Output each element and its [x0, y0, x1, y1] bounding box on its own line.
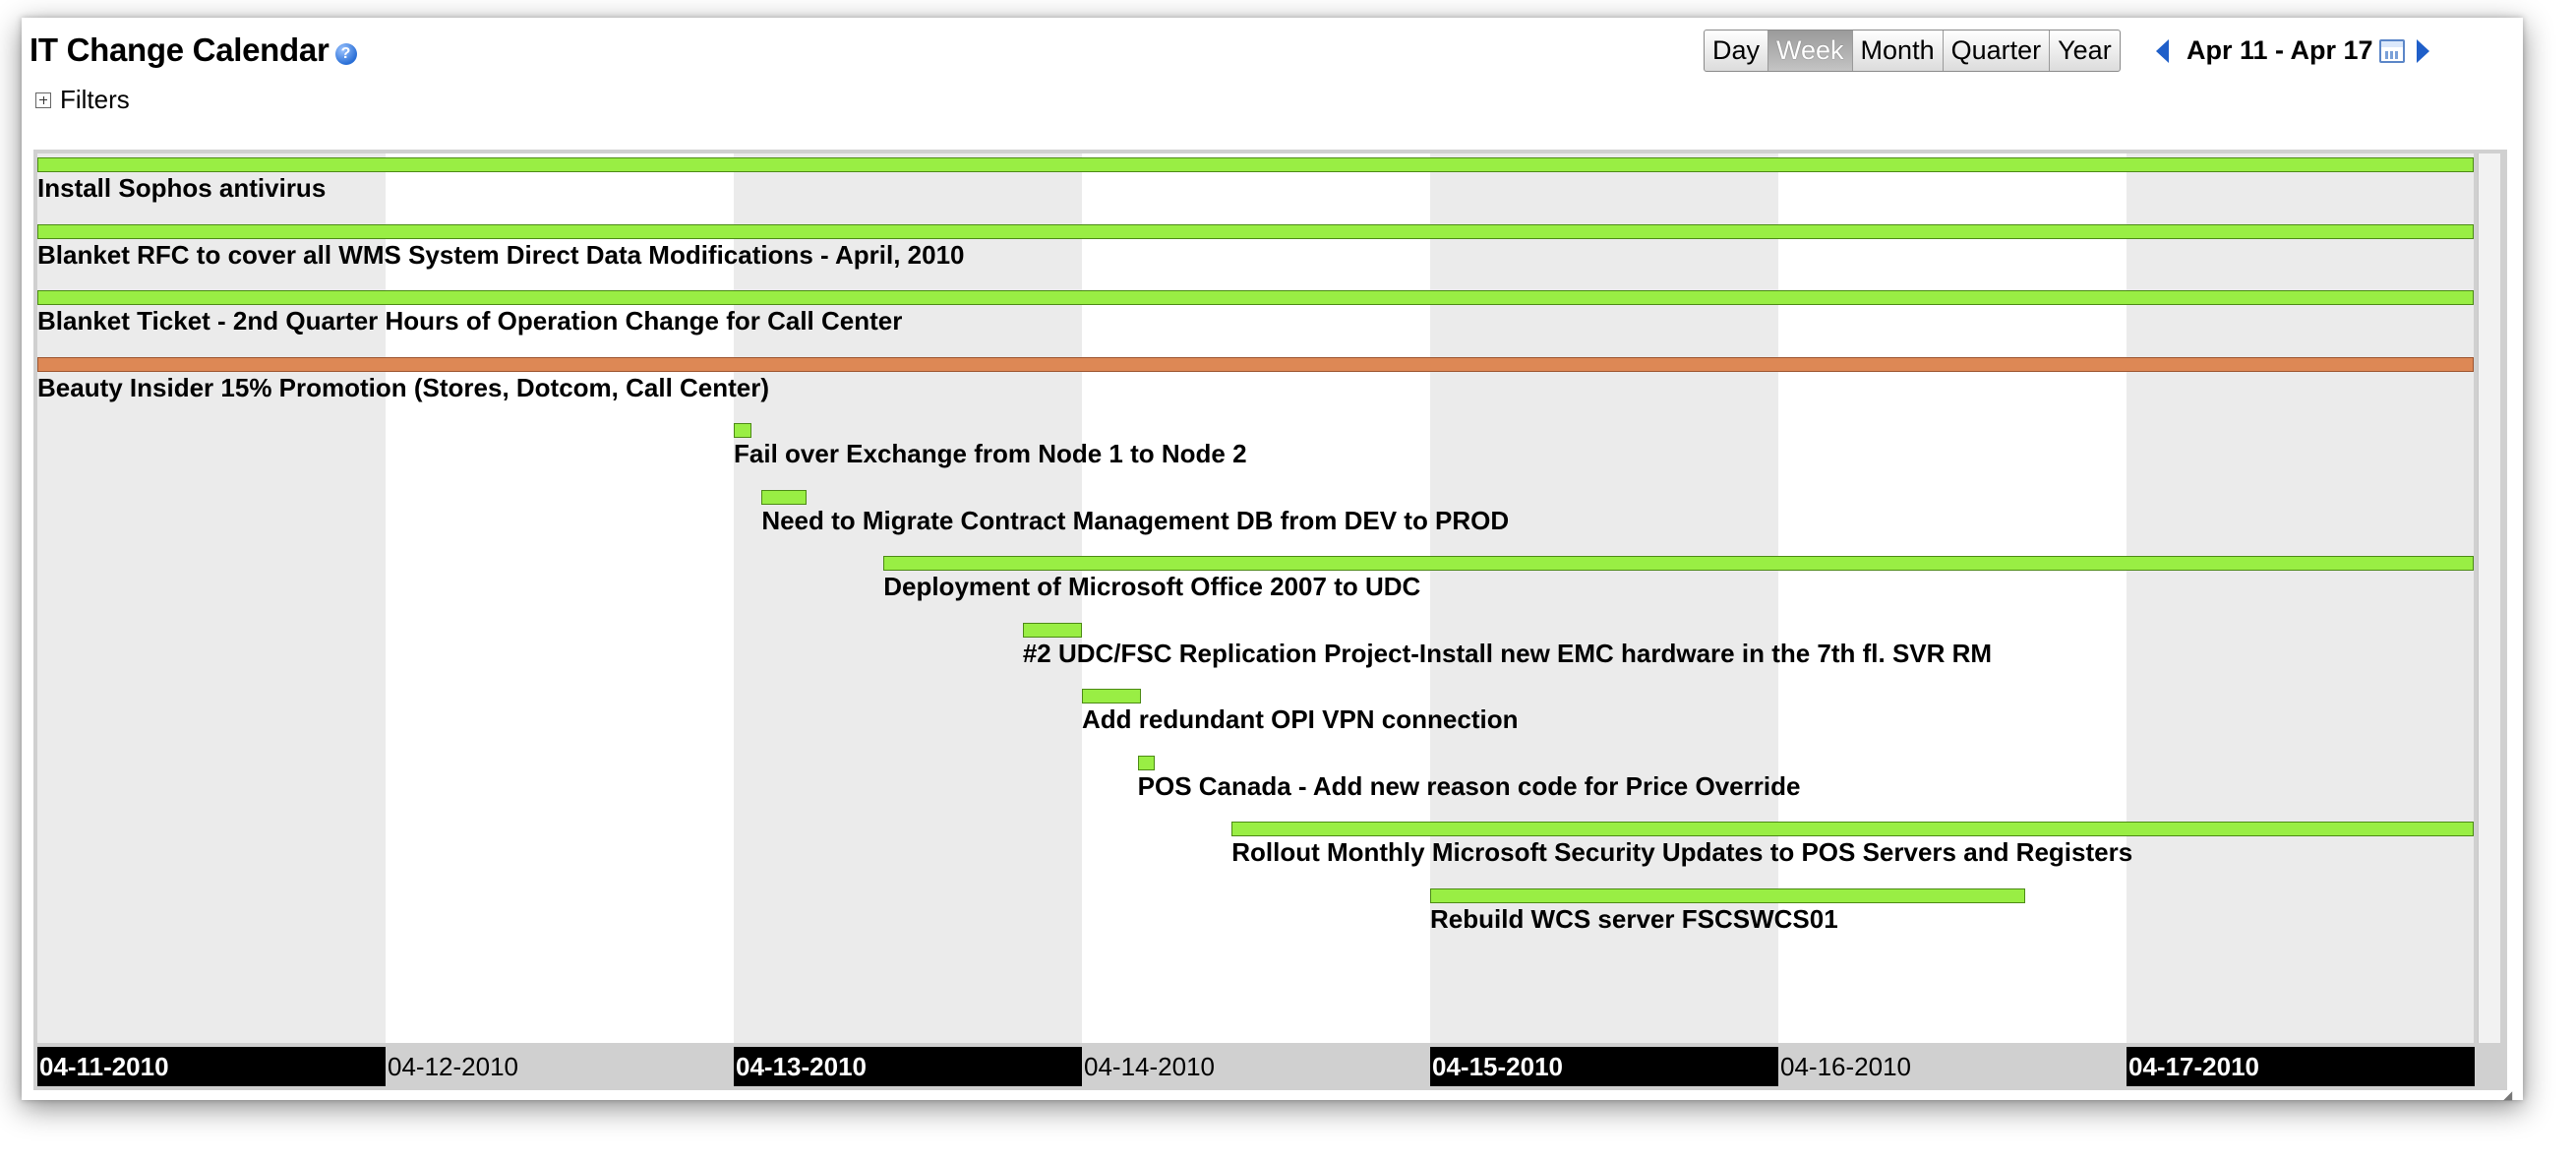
calendar-icon[interactable] [2378, 38, 2405, 63]
next-arrow-icon[interactable] [2416, 38, 2429, 63]
change-event-label[interactable]: Fail over Exchange from Node 1 to Node 2 [734, 439, 1247, 468]
filters-toggle[interactable]: Filters [35, 85, 130, 115]
change-event-bar[interactable] [37, 356, 2474, 372]
change-event-bar[interactable] [1137, 755, 1156, 770]
date-label: 04-17-2010 [2127, 1047, 2475, 1086]
change-event-label[interactable]: Rebuild WCS server FSCSWCS01 [1430, 904, 1838, 934]
view-button-day[interactable]: Day [1705, 31, 1769, 71]
change-event-bar[interactable] [37, 290, 2474, 305]
change-event-bar[interactable] [37, 223, 2474, 239]
previous-arrow-icon[interactable] [2156, 38, 2169, 63]
timeline-grid: Install Sophos antivirus Blanket RFC to c… [37, 153, 2474, 1043]
view-switcher: Day Week Month Quarter Year [1704, 30, 2121, 72]
change-event-label[interactable]: Deployment of Microsoft Office 2007 to U… [883, 572, 1420, 601]
date-label: 04-13-2010 [734, 1047, 1082, 1086]
change-event-bar[interactable] [1022, 622, 1082, 638]
date-label: 04-16-2010 [1780, 1052, 1911, 1081]
change-event-label[interactable]: Add redundant OPI VPN connection [1082, 704, 1518, 734]
date-label: 04-11-2010 [37, 1047, 386, 1086]
date-range-label: Apr 11 - Apr 17 [2187, 35, 2373, 65]
view-button-week[interactable]: Week [1768, 31, 1853, 71]
vertical-scrollbar[interactable] [2478, 153, 2500, 1043]
date-label: 04-14-2010 [1084, 1052, 1215, 1081]
help-icon[interactable]: ? [334, 43, 357, 65]
page-title: IT Change Calendar [30, 31, 329, 68]
change-event-bar[interactable] [1082, 689, 1142, 703]
filters-label: Filters [60, 85, 130, 114]
change-event-label[interactable]: #2 UDC/FSC Replication Project-Install n… [1023, 639, 1992, 668]
change-event-label[interactable]: POS Canada - Add new reason code for Pri… [1138, 771, 1801, 801]
resize-grip-icon[interactable]: ◢ [2503, 1088, 2517, 1102]
change-event-bar[interactable] [1231, 822, 2474, 836]
change-event-label[interactable]: Beauty Insider 15% Promotion (Stores, Do… [37, 373, 769, 402]
calendar-panel: Install Sophos antivirus Blanket RFC to c… [33, 150, 2507, 1090]
change-event-bar[interactable] [883, 556, 2474, 571]
date-navigator: Apr 11 - Apr 17 [2156, 35, 2429, 66]
change-event-bar[interactable] [37, 157, 2474, 172]
change-event-bar[interactable] [734, 423, 751, 438]
change-event-label[interactable]: Need to Migrate Contract Management DB f… [761, 506, 1509, 535]
date-label: 04-15-2010 [1430, 1047, 1778, 1086]
date-axis: 04-11-2010 04-12-2010 04-13-2010 04-14-2010… [37, 1047, 2475, 1086]
title-row: IT Change Calendar ? [30, 31, 357, 69]
change-event-label[interactable]: Blanket RFC to cover all WMS System Dire… [37, 240, 965, 270]
view-button-year[interactable]: Year [2050, 31, 2120, 71]
app-window: IT Change Calendar ? Filters Day Week Mont… [22, 18, 2523, 1102]
change-event-bar[interactable] [761, 489, 808, 505]
date-label: 04-12-2010 [388, 1052, 518, 1081]
expand-plus-icon[interactable] [35, 92, 51, 108]
events-layer: Install Sophos antivirus Blanket RFC to c… [37, 153, 2474, 1043]
change-event-label[interactable]: Rollout Monthly Microsoft Security Updat… [1231, 837, 2132, 867]
view-button-quarter[interactable]: Quarter [1944, 31, 2051, 71]
change-event-label[interactable]: Install Sophos antivirus [37, 173, 326, 203]
change-event-label[interactable]: Blanket Ticket - 2nd Quarter Hours of Op… [37, 306, 902, 336]
view-button-month[interactable]: Month [1853, 31, 1944, 71]
change-event-bar[interactable] [1430, 887, 2026, 903]
